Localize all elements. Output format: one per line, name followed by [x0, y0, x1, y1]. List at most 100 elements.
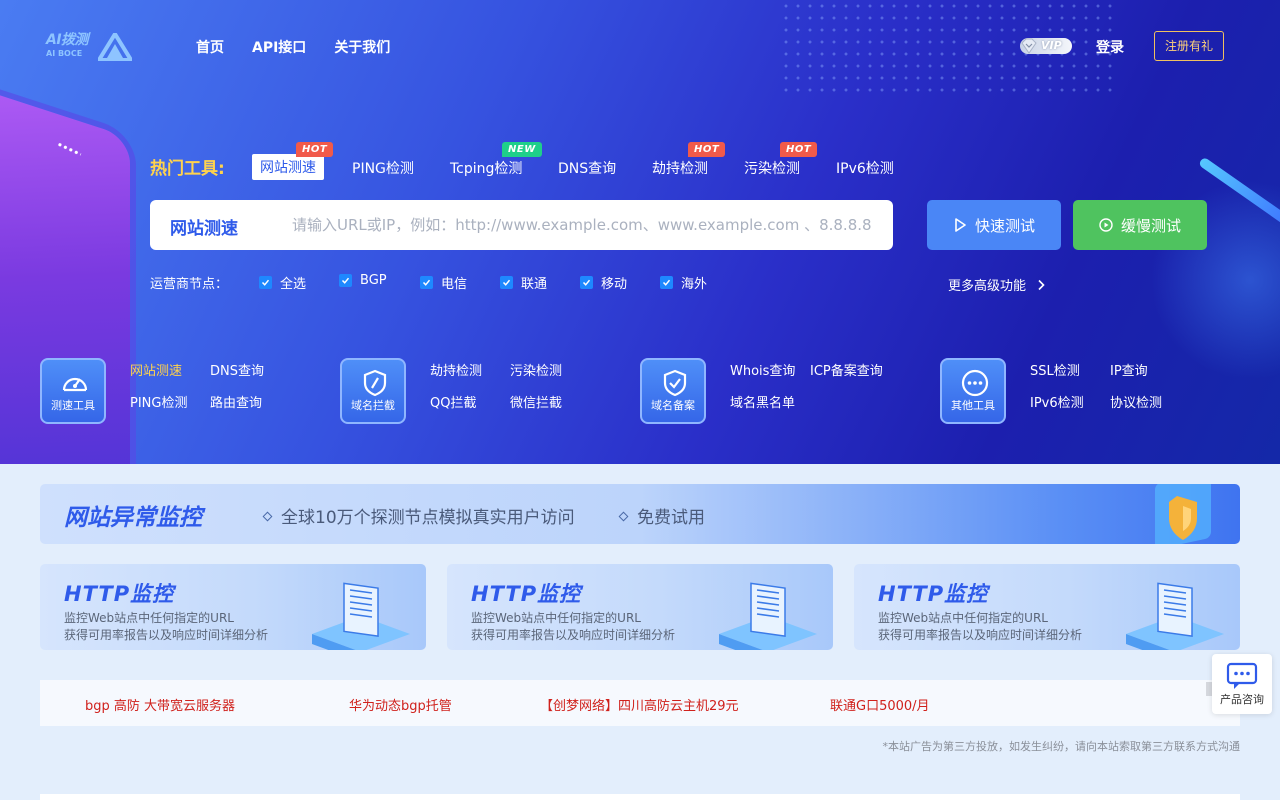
http-card-line: 监控Web站点中任何指定的URL	[64, 611, 234, 625]
vip-text: VIP	[1041, 39, 1062, 52]
category-domain-filing[interactable]: 域名备案	[640, 358, 706, 424]
checkbox-label: 全选	[280, 277, 307, 292]
cat-link-icp[interactable]: ICP备案查询	[810, 360, 883, 379]
logo[interactable]: AI拨测 AI BOCE	[46, 33, 136, 61]
more-icon	[961, 369, 989, 397]
hot-badge: HOT	[296, 142, 334, 157]
cat-link-ip[interactable]: IP查询	[1110, 360, 1148, 379]
monitor-feature-text: 全球10万个探测节点模拟真实用户访问	[281, 508, 575, 528]
cat-link-whois[interactable]: Whois查询	[730, 360, 795, 379]
http-card-line: 获得可用率报告以及响应时间详细分析	[878, 628, 1083, 642]
chat-icon	[1226, 662, 1258, 689]
tab-dns[interactable]: DNS查询	[558, 158, 616, 178]
fast-test-button[interactable]: 快速测试	[927, 200, 1061, 250]
slow-test-button[interactable]: 缓慢测试	[1073, 200, 1207, 250]
cat-link-wechat-block[interactable]: 微信拦截	[510, 392, 562, 411]
cat-link-website-speed[interactable]: 网站测速	[130, 360, 182, 379]
advanced-features-link[interactable]: 更多高级功能	[948, 275, 1046, 294]
checkbox-label: 移动	[601, 277, 628, 292]
checkbox-overseas[interactable]: 海外	[660, 273, 707, 292]
http-monitor-card[interactable]: HTTP监控 监控Web站点中任何指定的URL 获得可用率报告以及响应时间详细分…	[854, 564, 1240, 650]
http-card-title: HTTP监控	[471, 582, 582, 606]
logo-text: AI拨测	[46, 32, 89, 48]
tab-website-speed[interactable]: 网站测速	[252, 154, 324, 180]
cat-link-route[interactable]: 路由查询	[210, 392, 262, 411]
checkbox-mobile[interactable]: 移动	[580, 273, 627, 292]
content-panel-edge	[40, 794, 1240, 800]
tab-ping[interactable]: PING检测	[352, 158, 414, 178]
checkbox-label: 电信	[441, 277, 468, 292]
vip-badge[interactable]: VIP	[1020, 38, 1072, 54]
logo-subtext: AI BOCE	[46, 49, 83, 58]
nav-home[interactable]: 首页	[196, 37, 224, 57]
product-consult-button[interactable]: 产品咨询	[1212, 654, 1272, 714]
check-icon	[580, 276, 593, 289]
ad-link[interactable]: 联通G口5000/月	[830, 695, 930, 714]
nodes-label: 运营商节点：	[150, 277, 229, 292]
nav-about[interactable]: 关于我们	[334, 37, 390, 57]
check-icon	[259, 276, 272, 289]
monitor-feature-text: 免费试用	[637, 508, 705, 528]
nav-api[interactable]: API接口	[252, 37, 306, 57]
ad-link[interactable]: 【创梦网络】四川高防云主机29元	[540, 695, 739, 714]
cat-link-hijack[interactable]: 劫持检测	[430, 360, 482, 379]
checkbox-unicom[interactable]: 联通	[500, 273, 547, 292]
document-server-icon	[1126, 582, 1224, 650]
checkbox-label: 海外	[681, 277, 708, 292]
cat-link-ipv6[interactable]: IPv6检测	[1030, 392, 1084, 411]
http-monitor-card[interactable]: HTTP监控 监控Web站点中任何指定的URL 获得可用率报告以及响应时间详细分…	[40, 564, 426, 650]
diamond-icon	[1021, 38, 1037, 54]
url-input[interactable]	[292, 210, 884, 240]
checkbox-telecom[interactable]: 电信	[420, 273, 467, 292]
tab-pollution[interactable]: 污染检测	[744, 158, 800, 178]
shield-slash-icon	[363, 369, 387, 397]
category-label: 域名拦截	[351, 399, 395, 412]
cat-link-qq-block[interactable]: QQ拦截	[430, 392, 476, 411]
http-card-line: 获得可用率报告以及响应时间详细分析	[64, 628, 269, 642]
login-link[interactable]: 登录	[1096, 37, 1124, 57]
shield-illustration-icon	[1155, 484, 1211, 544]
ad-link[interactable]: 华为动态bgp托管	[349, 695, 452, 714]
register-button[interactable]: 注册有礼	[1154, 31, 1224, 61]
checkbox-bgp[interactable]: BGP	[339, 273, 387, 288]
tab-ipv6[interactable]: IPv6检测	[836, 158, 894, 178]
shield-check-icon	[663, 369, 687, 397]
search-mode-label[interactable]: 网站测速	[170, 214, 238, 239]
monitor-banner[interactable]: 网站异常监控 全球10万个探测节点模拟真实用户访问 免费试用	[40, 484, 1240, 544]
main-nav: 首页 API接口 关于我们	[196, 37, 418, 57]
ad-disclaimer: *本站广告为第三方投放，如发生纠纷，请向本站索取第三方联系方式沟通	[882, 740, 1241, 753]
checkbox-all[interactable]: 全选	[259, 273, 306, 292]
chevron-right-icon	[1038, 279, 1045, 291]
tab-tcping[interactable]: Tcping检测	[450, 158, 522, 178]
logo-triangle-icon	[98, 33, 132, 61]
document-server-icon	[719, 582, 817, 650]
ad-strip: bgp 高防 大带宽云服务器 华为动态bgp托管 【创梦网络】四川高防云主机29…	[40, 680, 1240, 726]
fast-test-label: 快速测试	[974, 216, 1035, 235]
http-card-title: HTTP监控	[878, 582, 989, 606]
cat-link-ping[interactable]: PING检测	[130, 392, 187, 411]
category-speed-tools[interactable]: 测速工具	[40, 358, 106, 424]
category-domain-block[interactable]: 域名拦截	[340, 358, 406, 424]
new-badge: NEW	[502, 142, 542, 157]
cat-link-pollution[interactable]: 污染检测	[510, 360, 562, 379]
monitor-feature: 免费试用	[618, 503, 705, 528]
http-monitor-card[interactable]: HTTP监控 监控Web站点中任何指定的URL 获得可用率报告以及响应时间详细分…	[447, 564, 833, 650]
speedometer-icon	[62, 377, 88, 392]
check-icon	[500, 276, 513, 289]
hot-tools-label: 热门工具:	[150, 159, 225, 179]
http-card-line: 监控Web站点中任何指定的URL	[471, 611, 641, 625]
checkbox-label: 联通	[521, 277, 548, 292]
search-box: 网站测速	[150, 200, 893, 250]
tab-hijack[interactable]: 劫持检测	[652, 158, 708, 178]
play-icon	[955, 218, 966, 232]
cat-link-protocol[interactable]: 协议检测	[1110, 392, 1162, 411]
check-icon	[420, 276, 433, 289]
check-icon	[660, 276, 673, 289]
cat-link-dns[interactable]: DNS查询	[210, 360, 264, 379]
cat-link-ssl[interactable]: SSL检测	[1030, 360, 1080, 379]
category-other-tools[interactable]: 其他工具	[940, 358, 1006, 424]
ad-link[interactable]: bgp 高防 大带宽云服务器	[85, 695, 235, 714]
monitor-title: 网站异常监控	[64, 505, 202, 531]
checkbox-label: BGP	[360, 273, 387, 288]
cat-link-blacklist[interactable]: 域名黑名单	[730, 392, 795, 411]
